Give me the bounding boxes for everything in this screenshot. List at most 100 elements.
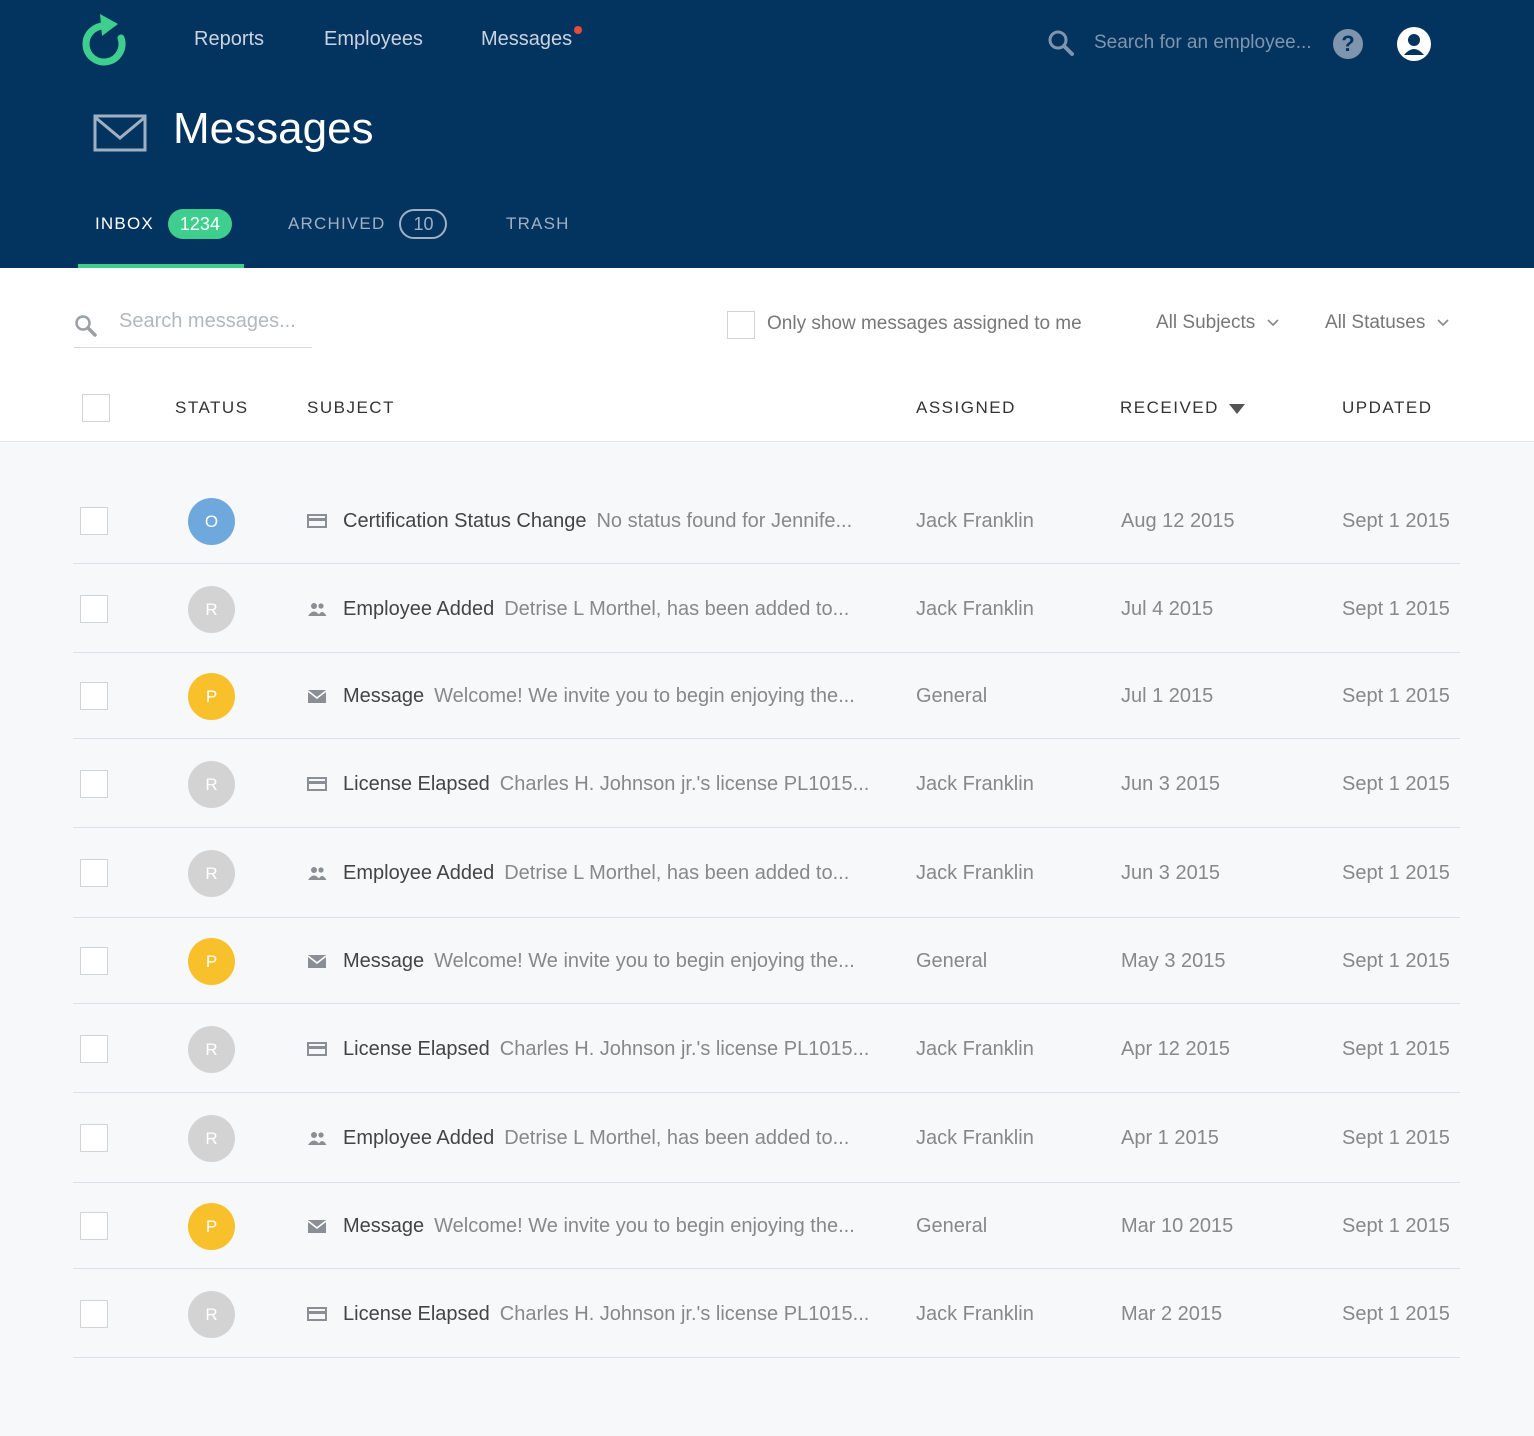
subject-title: Certification Status Change — [343, 510, 587, 532]
user-icon — [1404, 34, 1424, 55]
nav-messages[interactable]: Messages — [481, 26, 583, 51]
message-subject[interactable]: Employee Added Detrise L Morthel, has bee… — [343, 862, 849, 885]
received-cell: Jul 1 2015 — [1121, 685, 1214, 707]
subject-preview: Welcome! We invite you to begin enjoying… — [434, 685, 855, 707]
assigned-cell: Jack Franklin — [916, 862, 1034, 884]
tab-inbox[interactable]: INBOX 1234 — [78, 208, 244, 268]
envelope-icon — [307, 690, 327, 703]
envelope-icon — [93, 114, 147, 152]
status-badge: P — [188, 673, 235, 720]
search-icon[interactable] — [1046, 28, 1076, 58]
status-badge: R — [188, 1291, 235, 1338]
assigned-cell: Jack Franklin — [916, 1038, 1034, 1060]
column-header-status[interactable]: STATUS — [175, 398, 249, 418]
table-row[interactable]: P Message Welcome! We invite you to begin… — [73, 918, 1460, 1004]
assigned-cell: Jack Franklin — [916, 510, 1034, 532]
status-badge: P — [188, 938, 235, 985]
message-subject[interactable]: Message Welcome! We invite you to begin e… — [343, 950, 855, 973]
received-cell: Mar 2 2015 — [1121, 1303, 1223, 1325]
column-header-received[interactable]: RECEIVED — [1120, 398, 1245, 418]
table-row[interactable]: R License Elapsed Charles H. Johnson jr.'… — [73, 1004, 1460, 1093]
assigned-cell: Jack Franklin — [916, 1303, 1034, 1325]
subject-preview: Welcome! We invite you to begin enjoying… — [434, 1215, 855, 1237]
message-subject[interactable]: Certification Status Change No status fou… — [343, 510, 852, 533]
select-all-checkbox[interactable] — [82, 394, 110, 422]
received-cell: Mar 10 2015 — [1121, 1215, 1234, 1237]
assigned-cell: Jack Franklin — [916, 773, 1034, 795]
message-subject[interactable]: License Elapsed Charles H. Johnson jr.'s … — [343, 773, 869, 796]
assigned-cell: General — [916, 685, 988, 707]
row-checkbox[interactable] — [80, 595, 108, 623]
assigned-cell: Jack Franklin — [916, 1127, 1034, 1149]
assigned-cell: General — [916, 950, 988, 972]
search-icon — [75, 315, 97, 337]
subject-title: Message — [343, 950, 425, 972]
message-subject[interactable]: License Elapsed Charles H. Johnson jr.'s … — [343, 1038, 869, 1061]
subject-title: Employee Added — [343, 598, 495, 620]
app-logo-icon[interactable] — [78, 12, 132, 70]
message-subject[interactable]: Employee Added Detrise L Morthel, has bee… — [343, 598, 849, 621]
received-cell: Aug 12 2015 — [1121, 510, 1235, 532]
table-row[interactable]: R License Elapsed Charles H. Johnson jr.'… — [73, 1269, 1460, 1358]
nav-messages-label: Messages — [481, 28, 573, 50]
tab-trash[interactable]: TRASH — [506, 208, 570, 268]
tab-trash-label: TRASH — [506, 214, 570, 233]
subject-title: Message — [343, 1215, 425, 1237]
column-header-subject[interactable]: SUBJECT — [307, 398, 395, 418]
assigned-only-checkbox[interactable] — [727, 311, 755, 339]
subject-preview: No status found for Jennife... — [596, 510, 853, 532]
row-checkbox[interactable] — [80, 507, 108, 535]
inbox-count-badge: 1234 — [167, 209, 232, 239]
table-row[interactable]: R License Elapsed Charles H. Johnson jr.'… — [73, 739, 1460, 828]
statuses-dropdown[interactable]: All Statuses — [1325, 312, 1449, 334]
table-row[interactable]: P Message Welcome! We invite you to begin… — [73, 653, 1460, 739]
message-subject[interactable]: Employee Added Detrise L Morthel, has bee… — [343, 1127, 849, 1150]
subject-title: License Elapsed — [343, 1303, 490, 1325]
message-subject[interactable]: Message Welcome! We invite you to begin e… — [343, 685, 855, 708]
table-row[interactable]: R Employee Added Detrise L Morthel, has b… — [73, 1093, 1460, 1183]
column-header-received-label: RECEIVED — [1120, 398, 1219, 417]
nav-employees[interactable]: Employees — [324, 28, 423, 51]
table-row[interactable]: O Certification Status Change No status f… — [73, 477, 1460, 564]
subject-preview: Charles H. Johnson jr.'s license PL1015.… — [499, 773, 870, 795]
updated-cell: Sept 1 2015 — [1342, 510, 1450, 532]
help-icon[interactable]: ? — [1333, 29, 1363, 59]
chevron-down-icon — [1437, 319, 1449, 327]
row-checkbox[interactable] — [80, 1035, 108, 1063]
table-row[interactable]: P Message Welcome! We invite you to begin… — [73, 1183, 1460, 1269]
card-icon — [307, 1307, 327, 1321]
column-header-assigned[interactable]: ASSIGNED — [916, 398, 1016, 418]
envelope-icon — [307, 1220, 327, 1233]
message-search-input[interactable] — [119, 310, 309, 333]
tab-archived[interactable]: ARCHIVED 10 — [288, 208, 448, 268]
received-cell: Jun 3 2015 — [1121, 862, 1220, 884]
employee-search-input[interactable] — [1094, 32, 1314, 54]
message-subject[interactable]: License Elapsed Charles H. Johnson jr.'s … — [343, 1303, 869, 1326]
avatar[interactable] — [1397, 27, 1431, 61]
column-header-updated[interactable]: UPDATED — [1342, 398, 1432, 418]
table-row[interactable]: R Employee Added Detrise L Morthel, has b… — [73, 564, 1460, 653]
updated-cell: Sept 1 2015 — [1342, 1038, 1450, 1060]
received-cell: Jun 3 2015 — [1121, 773, 1220, 795]
row-checkbox[interactable] — [80, 1124, 108, 1152]
table-row[interactable]: R Employee Added Detrise L Morthel, has b… — [73, 828, 1460, 918]
subjects-dropdown[interactable]: All Subjects — [1156, 312, 1279, 334]
row-checkbox[interactable] — [80, 1212, 108, 1240]
subject-preview: Charles H. Johnson jr.'s license PL1015.… — [499, 1303, 870, 1325]
people-icon — [308, 603, 327, 616]
tab-inbox-label: INBOX — [95, 214, 154, 233]
updated-cell: Sept 1 2015 — [1342, 862, 1450, 884]
nav-reports[interactable]: Reports — [194, 28, 264, 51]
row-checkbox[interactable] — [80, 1300, 108, 1328]
row-checkbox[interactable] — [80, 770, 108, 798]
people-icon — [308, 867, 327, 880]
row-checkbox[interactable] — [80, 947, 108, 975]
updated-cell: Sept 1 2015 — [1342, 685, 1450, 707]
envelope-icon — [307, 955, 327, 968]
row-checkbox[interactable] — [80, 682, 108, 710]
message-subject[interactable]: Message Welcome! We invite you to begin e… — [343, 1215, 855, 1238]
card-icon — [307, 777, 327, 791]
row-checkbox[interactable] — [80, 859, 108, 887]
updated-cell: Sept 1 2015 — [1342, 1215, 1450, 1237]
updated-cell: Sept 1 2015 — [1342, 598, 1450, 620]
